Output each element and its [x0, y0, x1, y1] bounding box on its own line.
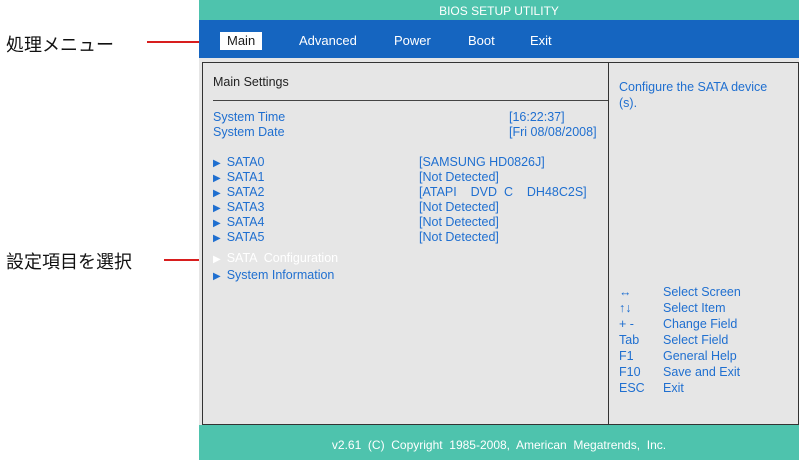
sata0-value: [SAMSUNG HD0826J] [419, 155, 545, 169]
key-label: + - [619, 317, 634, 331]
menu-bar: Main Advanced Power Boot Exit [199, 20, 799, 58]
menu-power[interactable]: Power [394, 32, 431, 50]
key-select-item-desc: Select Item [663, 301, 726, 315]
key-label: ESC [619, 381, 645, 395]
menu-exit[interactable]: Exit [530, 32, 552, 50]
key-general-help-desc: General Help [663, 349, 737, 363]
submenu-arrow-icon: ▶ [213, 188, 221, 199]
key-label: F1 [619, 349, 634, 363]
key-label: Tab [619, 333, 640, 347]
submenu-arrow-icon: ▶ [213, 173, 221, 184]
sata4-label: SATA4 [226, 215, 265, 229]
bios-screen: BIOS SETUP UTILITY Main Advanced Power B… [199, 0, 799, 460]
submenu-arrow-icon: ▶ [213, 203, 221, 214]
submenu-arrow-icon: ▶ [213, 233, 221, 244]
help-description: Configure the SATA device (s). [619, 80, 768, 110]
sata5-label: SATA5 [226, 230, 265, 244]
sata1-value: [Not Detected] [419, 170, 499, 184]
key-label: ↔ [619, 285, 632, 299]
key-exit-desc: Exit [663, 381, 684, 395]
sata5-item[interactable]: ▶ SATA5 [213, 230, 264, 244]
key-select-item: ↑↓ [619, 301, 632, 315]
sata-configuration-label: SATA Configuration [226, 251, 339, 265]
system-time-value[interactable]: [16:22:37] [509, 110, 565, 124]
system-date-label[interactable]: System Date [213, 125, 285, 139]
sata5-value: [Not Detected] [419, 230, 499, 244]
help-panel: Configure the SATA device (s). ↔ Select … [609, 62, 799, 425]
key-select-screen-desc: Select Screen [663, 285, 741, 299]
system-information-item[interactable]: ▶ System Information [213, 268, 334, 282]
sata-configuration-item[interactable]: ▶ SATA Configuration [213, 251, 338, 265]
annotation-processing-menu: 処理メニュー [6, 35, 114, 56]
sata3-value: [Not Detected] [419, 200, 499, 214]
main-settings-panel: Main Settings System Time [16:22:37] Sys… [202, 62, 609, 425]
sata0-label: SATA0 [226, 155, 265, 169]
key-select-screen: ↔ [619, 285, 632, 299]
key-save-exit: F10 [619, 365, 641, 379]
annotation-select-item: 設定項目を選択 [6, 252, 132, 273]
sata2-value: [ATAPI DVD C DH48C2S] [419, 185, 587, 199]
menu-boot[interactable]: Boot [468, 32, 495, 50]
main-settings-heading: Main Settings [213, 75, 289, 89]
key-select-field-desc: Select Field [663, 333, 729, 347]
key-change-field-desc: Change Field [663, 317, 738, 331]
bios-title: BIOS SETUP UTILITY [199, 0, 799, 20]
submenu-arrow-icon: ▶ [213, 218, 221, 229]
system-information-label: System Information [226, 268, 335, 282]
sata3-item[interactable]: ▶ SATA3 [213, 200, 264, 214]
sata1-label: SATA1 [226, 170, 265, 184]
system-date-value[interactable]: [Fri 08/08/2008] [509, 125, 597, 139]
sata2-item[interactable]: ▶ SATA2 [213, 185, 264, 199]
key-change-field: + - [619, 317, 634, 331]
key-save-exit-desc: Save and Exit [663, 365, 741, 379]
sata3-label: SATA3 [226, 200, 265, 214]
key-select-field: Tab [619, 333, 639, 347]
submenu-arrow-icon: ▶ [213, 158, 221, 169]
sata2-label: SATA2 [226, 185, 265, 199]
menu-main[interactable]: Main [220, 32, 263, 50]
submenu-arrow-icon: ▶ [213, 254, 221, 265]
copyright-footer: v2.61 (C) Copyright 1985-2008, American … [199, 425, 799, 460]
menu-advanced[interactable]: Advanced [299, 32, 357, 50]
key-label: ↑↓ [619, 301, 632, 315]
submenu-arrow-icon: ▶ [213, 271, 221, 282]
sata4-value: [Not Detected] [419, 215, 499, 229]
system-time-label[interactable]: System Time [213, 110, 285, 124]
sata0-item[interactable]: ▶ SATA0 [213, 155, 264, 169]
heading-separator [213, 100, 608, 101]
sata4-item[interactable]: ▶ SATA4 [213, 215, 264, 229]
key-general-help: F1 [619, 349, 634, 363]
sata1-item[interactable]: ▶ SATA1 [213, 170, 264, 184]
key-exit: ESC [619, 381, 645, 395]
key-label: F10 [619, 365, 641, 379]
